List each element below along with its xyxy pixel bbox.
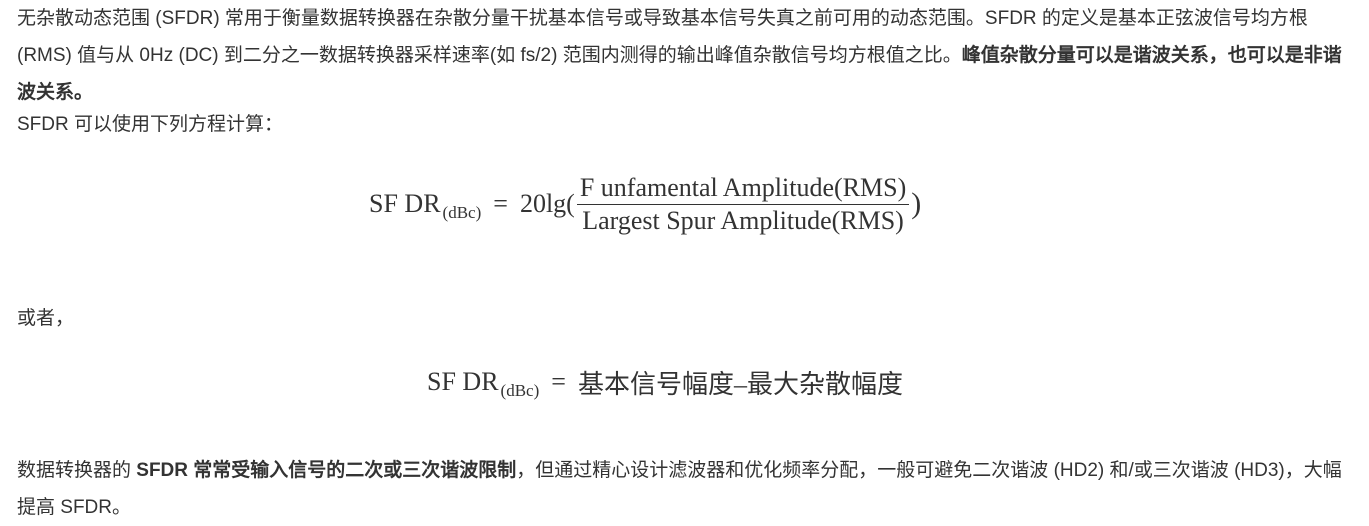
equation2-lhs-subscript: (dBc) [500,381,540,400]
sfdr-difference-equation: SF DR (dBc) = 基本信号幅度–最大杂散幅度 [427,360,903,404]
harmonic-emphasis-text: SFDR 常常受输入信号的二次或三次谐波限制 [136,460,517,481]
alternative-paragraph: 或者， [17,308,75,329]
equation2-rhs: 基本信号幅度–最大杂散幅度 [577,369,903,399]
equation-intro-paragraph: SFDR 可以使用下列方程计算： [17,114,284,135]
harmonic-text-start: 数据转换器的 [17,460,137,481]
equation1-numerator: F unfamental Amplitude(RMS) [579,172,907,202]
sfdr-ratio-equation: SF DR (dBc) = 20lg( F unfamental Amplitud… [369,168,921,240]
harmonic-limit-paragraph: 数据转换器的 SFDR 常常受输入信号的二次或三次谐波限制，但通过精心设计滤波器… [17,452,1352,526]
equation1-close-paren: ) [911,187,922,220]
equation1-lhs: SF DR [369,189,441,218]
equation1-equals: = [493,189,508,218]
equation1-fraction: F unfamental Amplitude(RMS) Largest Spur… [576,172,910,237]
equation1-lhs-subscript: (dBc) [442,203,482,222]
equation1-denominator: Largest Spur Amplitude(RMS) [582,205,904,235]
equation2-lhs: SF DR [427,367,499,396]
equation1-function: 20lg( [519,189,575,218]
equation2-equals: = [551,367,566,396]
sfdr-definition-paragraph: 无杂散动态范围 (SFDR) 常用于衡量数据转换器在杂散分量干扰基本信号或导致基… [17,0,1352,111]
